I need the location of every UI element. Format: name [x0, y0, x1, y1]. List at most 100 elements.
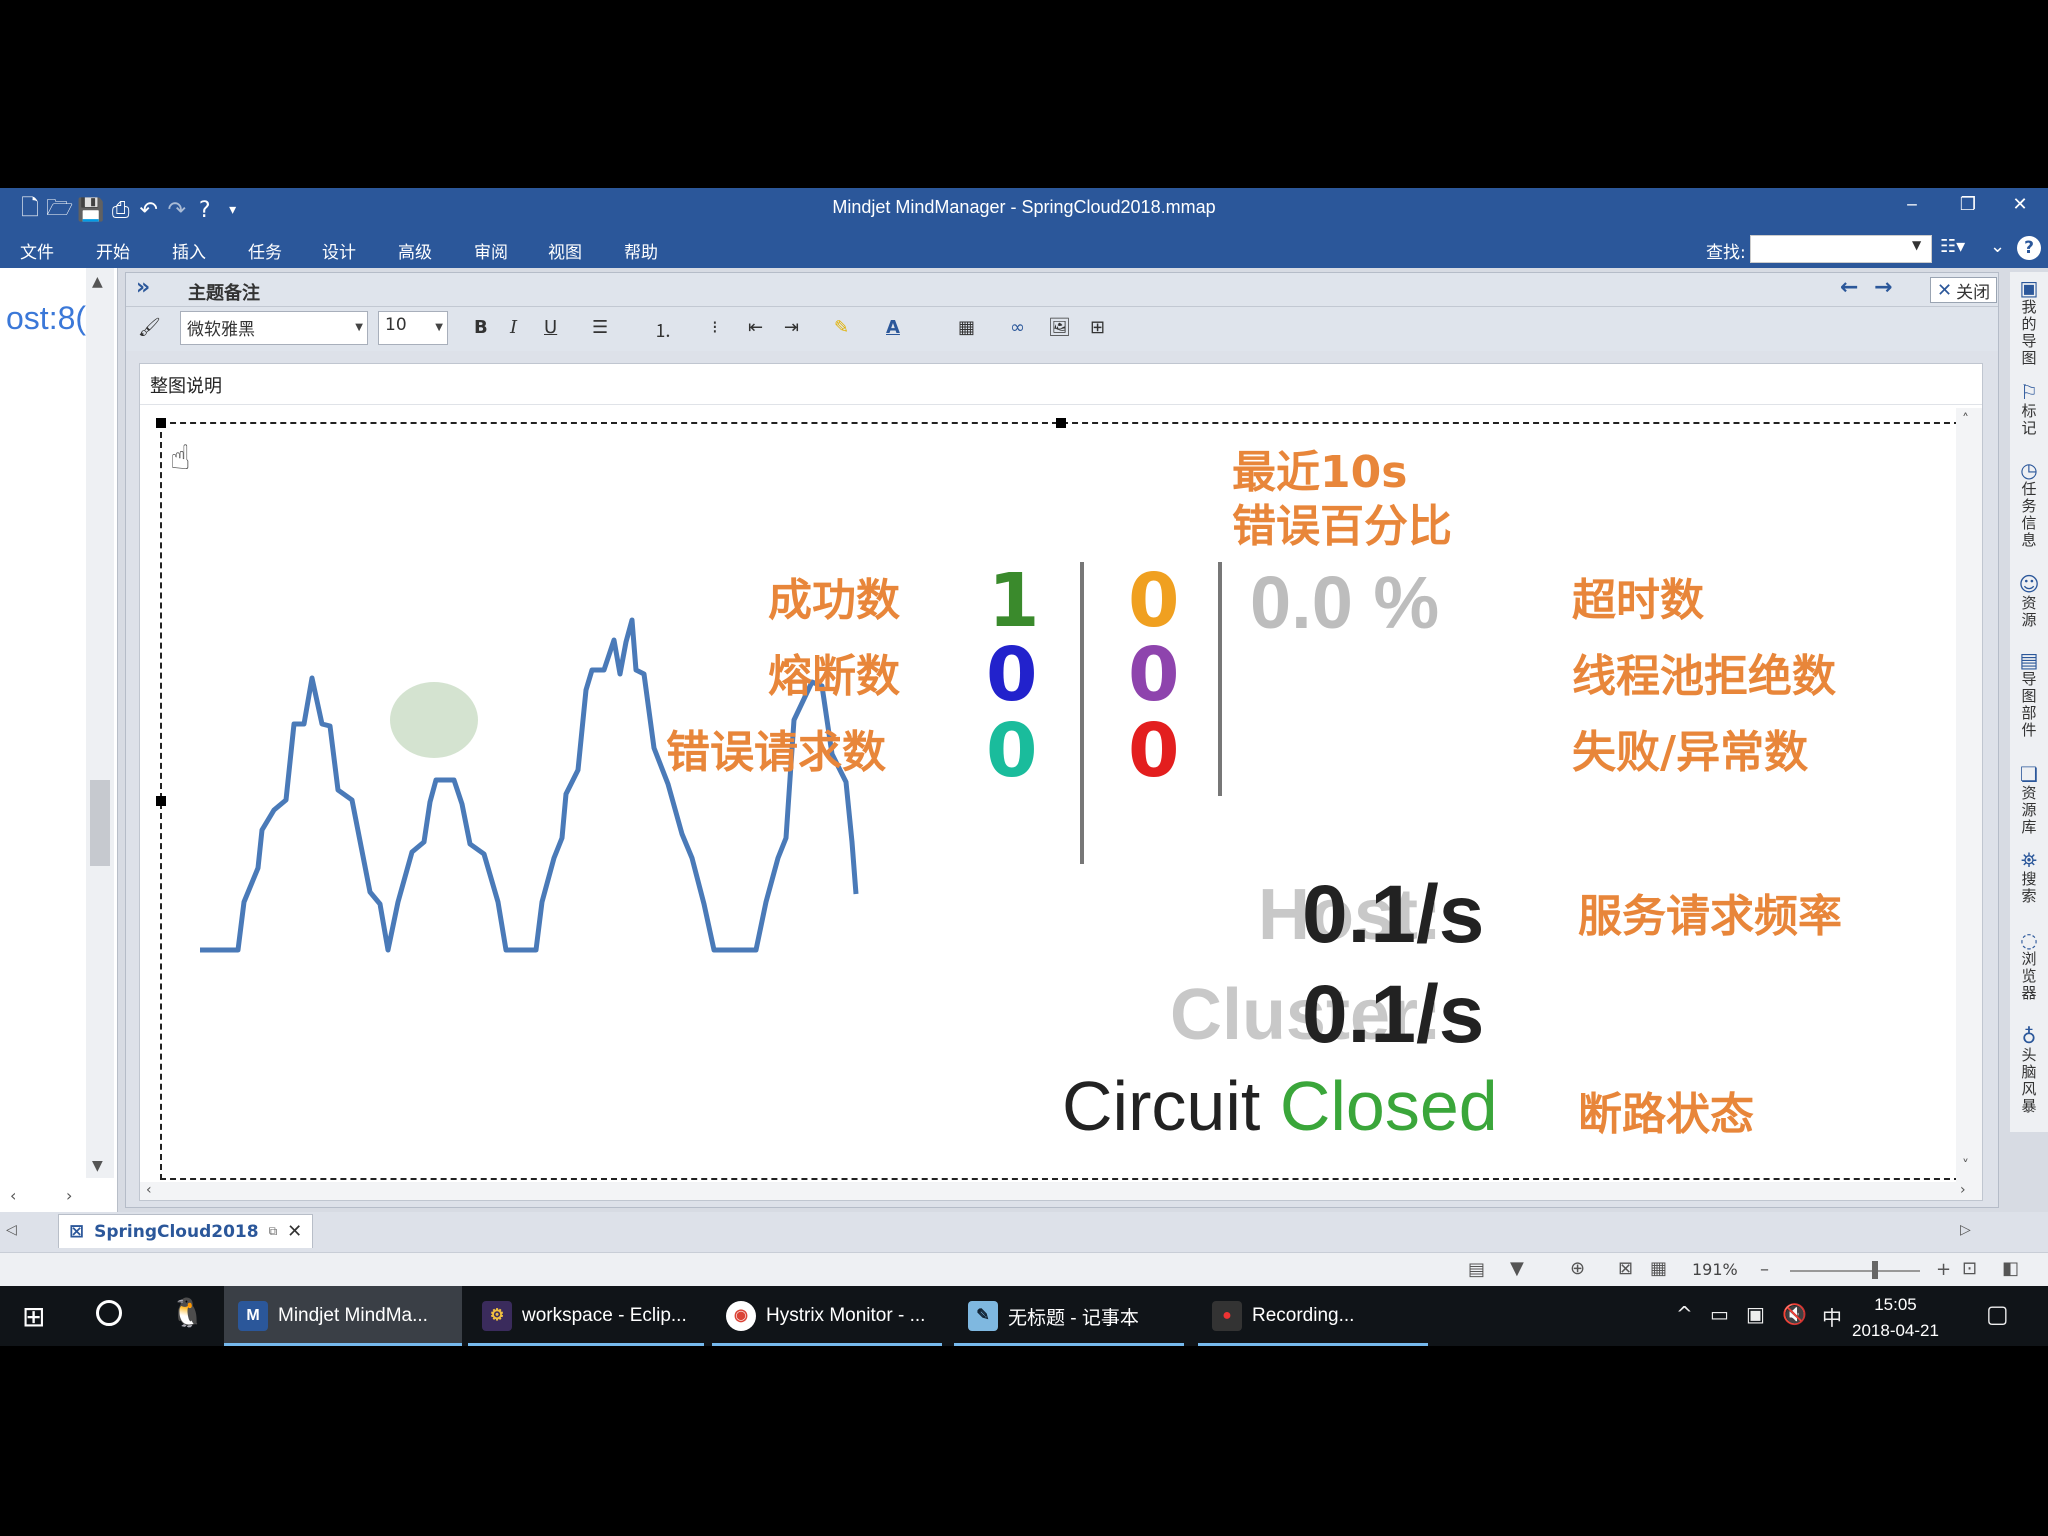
- tab-search[interactable]: ⛯ 搜索: [2016, 850, 2042, 905]
- tab-brainstorm[interactable]: ♁ 头脑风暴: [2016, 1026, 2042, 1115]
- tab-scroll-left-icon[interactable]: ◁: [6, 1222, 17, 1238]
- numbered-list-icon[interactable]: ⒈: [654, 317, 672, 343]
- menu-review[interactable]: 审阅: [474, 238, 508, 263]
- tab-markers[interactable]: ⚐ 标记: [2016, 382, 2042, 437]
- page-icon[interactable]: ▤: [1468, 1259, 1485, 1280]
- insert-object-icon[interactable]: ⊞: [1090, 317, 1105, 338]
- menu-task[interactable]: 任务: [248, 238, 282, 263]
- network-icon[interactable]: ▣: [1746, 1302, 1765, 1326]
- map-view-icon[interactable]: ⊠: [1618, 1258, 1633, 1279]
- tab-map-parts[interactable]: ▤ 导图部件: [2016, 650, 2042, 739]
- system-clock[interactable]: 15:05 2018-04-21: [1852, 1292, 1939, 1344]
- search-dropdown-icon[interactable]: ▼: [1912, 238, 1921, 252]
- previous-note-icon[interactable]: ←: [1840, 275, 1858, 300]
- ribbon-options-icon[interactable]: ☷▾: [1940, 236, 1965, 257]
- taskbar-item-eclipse[interactable]: ⚙ workspace - Eclip...: [468, 1286, 704, 1346]
- zoom-slider-thumb[interactable]: [1872, 1261, 1878, 1279]
- next-note-icon[interactable]: →: [1874, 275, 1892, 300]
- scroll-right-icon[interactable]: ›: [66, 1186, 72, 1205]
- running-indicator: [954, 1343, 1184, 1346]
- decrease-indent-icon[interactable]: ⇤: [748, 317, 763, 338]
- bullet-list-icon[interactable]: ⁝: [712, 317, 718, 338]
- fit-map-icon[interactable]: ⊡: [1962, 1258, 1977, 1279]
- show-hidden-icons-icon[interactable]: ^: [1676, 1302, 1693, 1326]
- search-circle-icon[interactable]: [96, 1300, 122, 1326]
- menu-view[interactable]: 视图: [548, 238, 582, 263]
- windows-start-icon[interactable]: ⊞: [22, 1300, 45, 1333]
- taskbar-item-notepad[interactable]: ✎ 无标题 - 记事本: [954, 1286, 1184, 1346]
- hystrix-dashboard-image[interactable]: ☝ 最近10s 错误百分比 成功数 熔断数 错误请求数 1 0 0 0 0 0 …: [160, 422, 1960, 1180]
- bold-icon[interactable]: B: [474, 317, 488, 338]
- focus-icon[interactable]: ⊕: [1570, 1258, 1585, 1279]
- close-tab-icon[interactable]: ✕: [287, 1221, 302, 1242]
- editor-horizontal-scrollbar[interactable]: ‹ ›: [140, 1182, 1982, 1200]
- underline-icon[interactable]: U: [544, 317, 557, 338]
- zoom-slider[interactable]: [1790, 1270, 1920, 1272]
- taskbar-item-mindjet[interactable]: M Mindjet MindMa...: [224, 1286, 462, 1346]
- tab-browser[interactable]: ◌ 浏览器: [2016, 928, 2042, 1002]
- qq-icon[interactable]: 🐧: [170, 1296, 205, 1329]
- font-color-icon[interactable]: A: [886, 317, 900, 338]
- close-icon: ✕: [1937, 279, 1953, 301]
- scroll-left-icon[interactable]: ‹: [10, 1186, 16, 1205]
- insert-table-icon[interactable]: ▦: [958, 317, 975, 338]
- insert-link-icon[interactable]: ∞: [1010, 317, 1025, 338]
- resize-handle[interactable]: [156, 796, 166, 806]
- close-notes-button[interactable]: ✕ 关闭: [1930, 277, 1998, 303]
- float-tab-icon[interactable]: ⧉: [269, 1224, 278, 1239]
- increase-indent-icon[interactable]: ⇥: [784, 317, 799, 338]
- taskbar-item-recording[interactable]: ● Recording...: [1198, 1286, 1428, 1346]
- panel-toggle-icon[interactable]: ◧: [2002, 1258, 2019, 1279]
- battery-icon[interactable]: ▭: [1710, 1302, 1729, 1326]
- align-left-icon[interactable]: ☰: [592, 317, 608, 338]
- menu-advanced[interactable]: 高级: [398, 238, 432, 263]
- clock-icon: ◷: [2020, 458, 2038, 482]
- scroll-left-icon[interactable]: ‹: [146, 1182, 152, 1198]
- search-input[interactable]: [1750, 235, 1932, 263]
- expand-notes-icon[interactable]: »: [136, 275, 150, 300]
- font-family-select[interactable]: 微软雅黑 ▼: [180, 311, 368, 345]
- menu-file[interactable]: 文件: [20, 238, 54, 263]
- tab-library[interactable]: ❏ 资源库: [2016, 764, 2042, 836]
- scroll-up-icon[interactable]: ˄: [1962, 412, 1969, 428]
- zoom-in-icon[interactable]: +: [1936, 1259, 1951, 1280]
- tab-my-maps[interactable]: ▣ 我的导图: [2016, 278, 2042, 367]
- editor-vertical-scrollbar[interactable]: ˄ ˅: [1956, 408, 1982, 1184]
- notification-center-icon[interactable]: ▢: [1986, 1300, 2009, 1328]
- map-topic-text[interactable]: ost:8(: [6, 300, 86, 337]
- insert-image-icon[interactable]: 🖼: [1048, 317, 1071, 338]
- map-scroll-thumb[interactable]: [90, 780, 110, 866]
- help-icon[interactable]: ?: [2017, 236, 2041, 260]
- format-painter-icon[interactable]: 🖌: [138, 317, 161, 338]
- scroll-down-icon[interactable]: ▼: [92, 1158, 103, 1174]
- scroll-down-icon[interactable]: ˅: [1962, 1158, 1969, 1174]
- scroll-up-icon[interactable]: ▲: [92, 274, 103, 290]
- menu-home[interactable]: 开始: [96, 238, 130, 263]
- minimize-button[interactable]: ‒: [1892, 194, 1932, 215]
- collapse-ribbon-icon[interactable]: ⌄: [1990, 236, 2005, 257]
- notes-editor[interactable]: 整图说明 ☝ 最近10s 错误百分比 成功数 熔断数 错误请求数 1 0 0 0…: [139, 363, 1983, 1201]
- resize-handle[interactable]: [1056, 418, 1066, 428]
- font-size-select[interactable]: 10 ▼: [378, 311, 448, 345]
- map-vertical-scrollbar[interactable]: ▲ ▼: [86, 268, 114, 1178]
- taskbar-item-chrome[interactable]: ◉ Hystrix Monitor - ...: [712, 1286, 942, 1346]
- input-method-icon[interactable]: 中: [1822, 1302, 1842, 1331]
- restore-button[interactable]: ❐: [1948, 194, 1988, 215]
- globe-icon: ◌: [2020, 928, 2038, 952]
- scroll-right-icon[interactable]: ›: [1960, 1182, 1966, 1198]
- document-tab[interactable]: ⊠ SpringCloud2018 ⧉ ✕: [58, 1214, 314, 1248]
- menu-insert[interactable]: 插入: [172, 238, 206, 263]
- italic-icon[interactable]: I: [510, 317, 517, 338]
- volume-muted-icon[interactable]: 🔇: [1782, 1302, 1807, 1326]
- resize-handle[interactable]: [156, 418, 166, 428]
- menu-help[interactable]: 帮助: [624, 238, 658, 263]
- tab-task-info[interactable]: ◷ 任务信息: [2016, 458, 2042, 549]
- menu-design[interactable]: 设计: [322, 238, 356, 263]
- outline-view-icon[interactable]: ▦: [1650, 1258, 1667, 1279]
- tab-scroll-right-icon[interactable]: ▷: [1960, 1222, 1971, 1238]
- zoom-out-icon[interactable]: –: [1760, 1259, 1769, 1280]
- close-window-button[interactable]: ✕: [2000, 194, 2040, 215]
- highlight-color-icon[interactable]: ✎: [834, 317, 849, 338]
- filter-icon[interactable]: ▼: [1510, 1258, 1524, 1279]
- tab-resources[interactable]: ☺ 资源: [2016, 574, 2042, 629]
